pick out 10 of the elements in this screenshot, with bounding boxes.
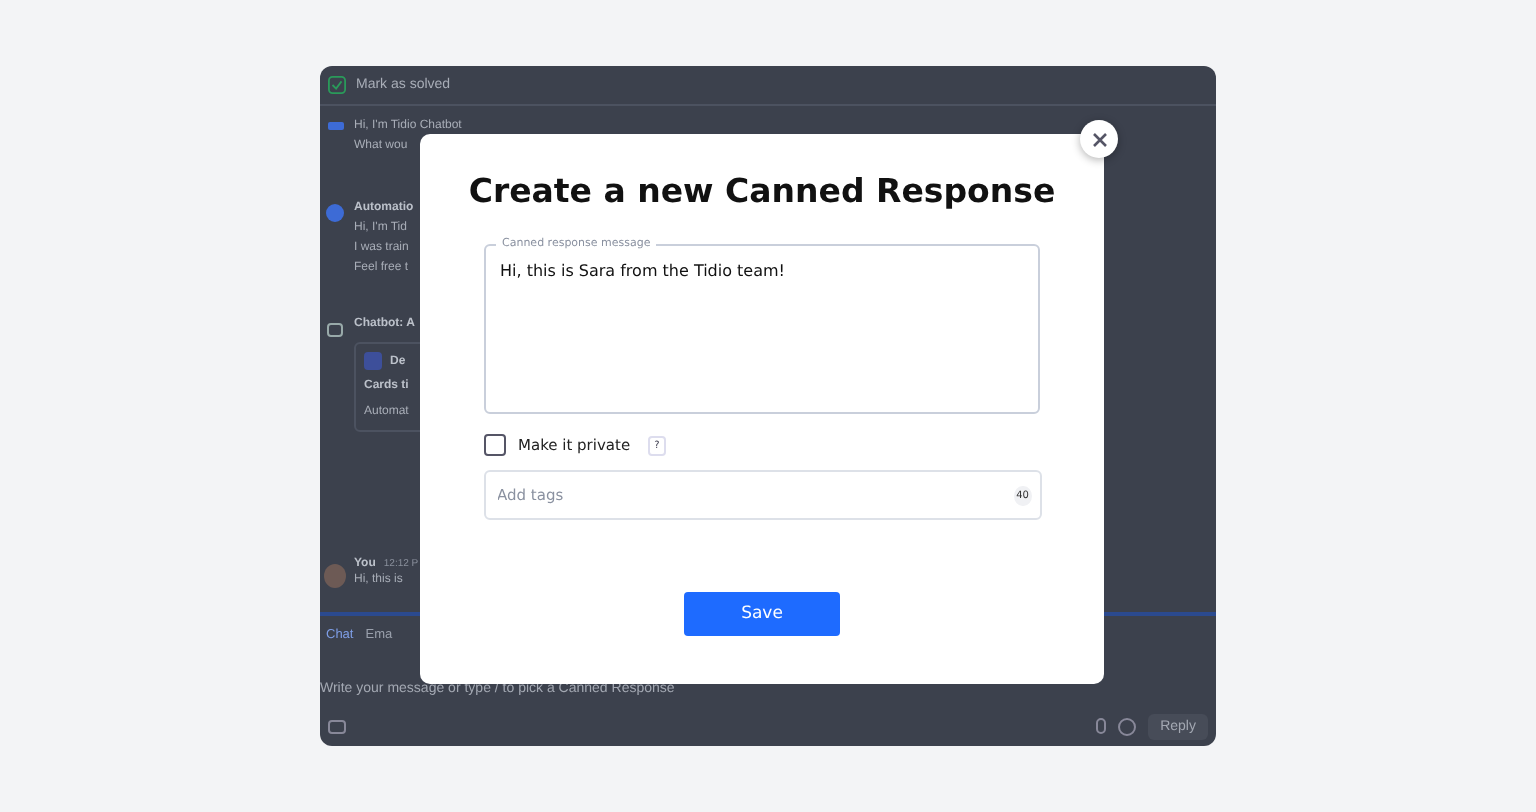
close-button[interactable] <box>1080 120 1118 158</box>
save-button[interactable]: Save <box>684 592 840 636</box>
emoji-icon[interactable] <box>1118 717 1137 735</box>
attachment-icon[interactable] <box>1096 718 1107 734</box>
checkbox[interactable] <box>484 434 506 456</box>
check-square-icon <box>328 76 346 94</box>
avatar <box>324 564 346 588</box>
square-icon <box>364 352 382 370</box>
close-icon <box>1091 131 1107 147</box>
modal-title: Create a new Canned Response <box>468 172 1056 210</box>
